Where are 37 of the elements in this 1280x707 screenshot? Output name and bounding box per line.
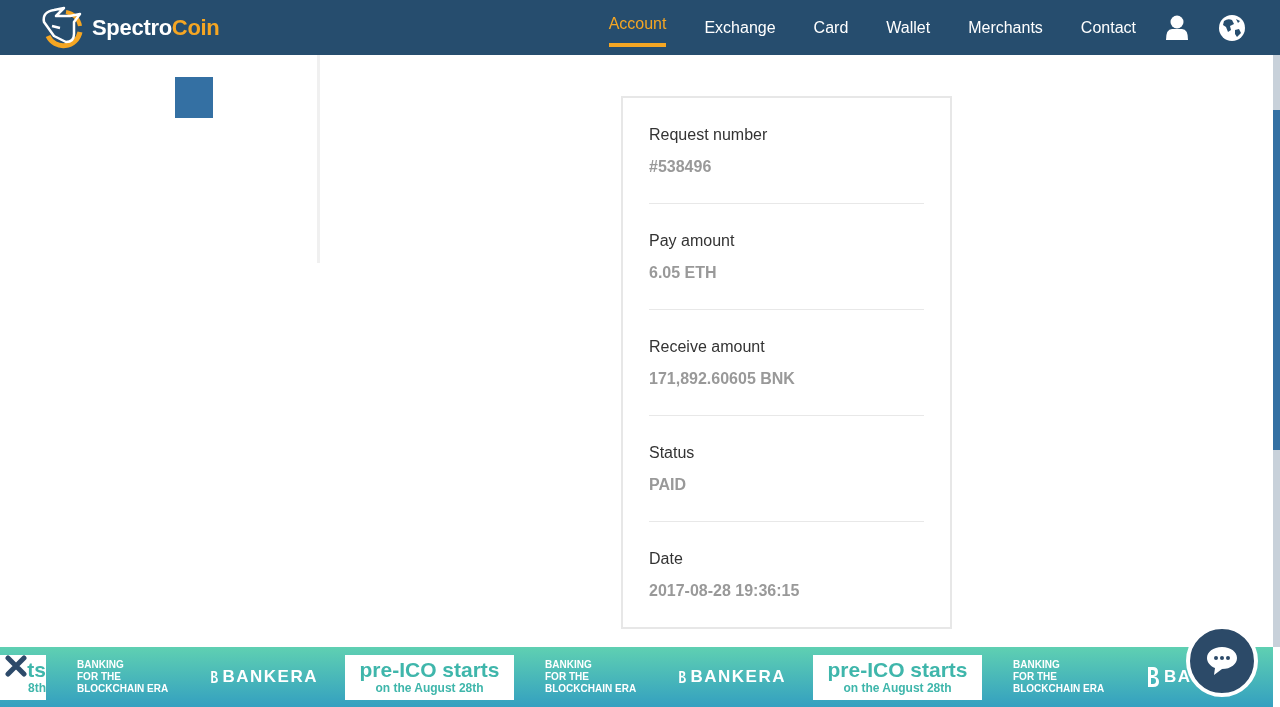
chat-bubble-icon (1205, 645, 1239, 677)
field-label: Date (649, 549, 683, 569)
field-label: Pay amount (649, 231, 735, 251)
square-icon (175, 77, 213, 118)
logo-text[interactable]: SpectroCoin (92, 14, 220, 41)
promo-date: on the August 28th (843, 681, 952, 696)
tagline-text: BANKING FOR THE BLOCKCHAIN ERA (77, 659, 170, 695)
tagline-text: BANKING FOR THE BLOCKCHAIN ERA (1013, 659, 1106, 695)
nav-tab[interactable]: Merchants (949, 0, 1062, 55)
field-value: 171,892.60605 BNK (649, 369, 795, 389)
promo-title: pre-ICO starts (827, 658, 968, 681)
promo-date: 8th (28, 681, 46, 696)
scroll-thumb[interactable] (1273, 110, 1280, 450)
nav-tab[interactable]: Card (794, 0, 868, 55)
field-label: Receive amount (649, 337, 765, 357)
tagline-text: BANKING FOR THE BLOCKCHAIN ERA (545, 659, 638, 695)
brand-name: BANKERA (690, 667, 786, 687)
nav-tab[interactable]: Contact (1061, 0, 1155, 55)
field-label: Status (649, 443, 695, 463)
user-icon[interactable] (1166, 14, 1188, 41)
scrollbar[interactable] (1273, 55, 1280, 647)
promo-title: ts (27, 658, 46, 681)
brand-name: BANKERA (222, 667, 318, 687)
nav-tab[interactable]: Account (608, 0, 667, 47)
field-value: #538496 (649, 157, 712, 177)
nav-tab[interactable]: Wallet (867, 0, 950, 55)
globe-icon[interactable] (1218, 13, 1246, 42)
close-icon[interactable] (5, 655, 27, 677)
promo-date: on the August 28th (375, 681, 484, 696)
brand-logo-icon (1146, 666, 1160, 688)
field-value: PAID (649, 475, 687, 495)
field-label: Request number (649, 125, 768, 145)
promo-title: pre-ICO starts (359, 658, 500, 681)
nav-tab[interactable]: Exchange (685, 0, 795, 55)
brand-name: BA (1164, 667, 1192, 687)
field-value: 6.05 ETH (649, 263, 717, 283)
field-value: 2017-08-28 19:36:15 (649, 581, 800, 601)
